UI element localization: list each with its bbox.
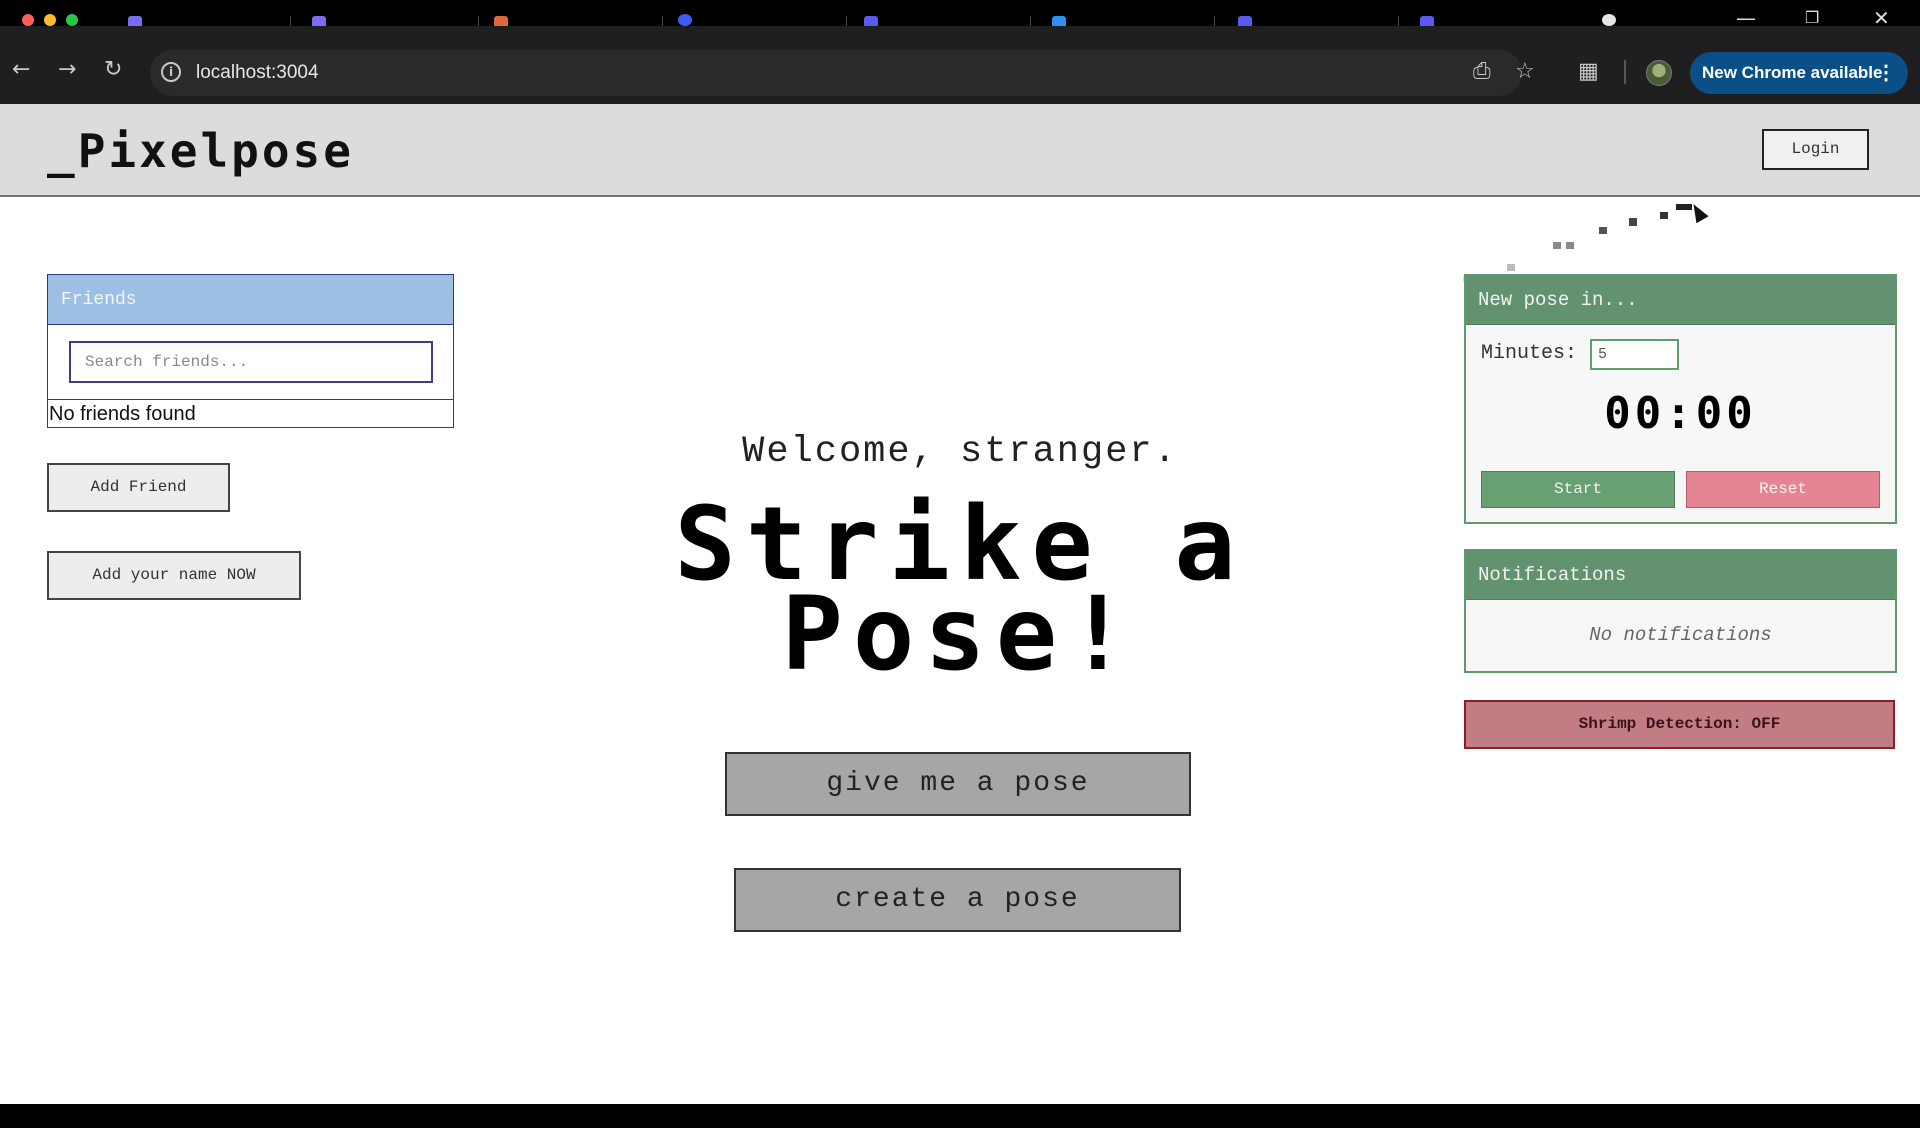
reset-button[interactable]: Reset (1686, 471, 1880, 508)
zoom-window-dot[interactable] (66, 14, 78, 26)
cursor-trail-dot (1599, 227, 1607, 234)
tab-favicon-icon[interactable] (1238, 16, 1252, 26)
notifications-empty-message: No notifications (1589, 624, 1772, 646)
cursor-trail-dot (1507, 264, 1515, 271)
start-button[interactable]: Start (1481, 471, 1675, 508)
forward-arrow-icon[interactable]: → (58, 58, 76, 82)
tab-favicon-icon[interactable] (128, 16, 142, 26)
give-me-a-pose-button[interactable]: give me a pose (725, 752, 1191, 816)
tab-favicon-icon[interactable] (312, 16, 326, 26)
back-arrow-icon[interactable]: ← (12, 58, 30, 82)
tab-separator (662, 16, 663, 26)
friends-search-input[interactable] (69, 341, 433, 383)
window-bottom-edge (0, 1104, 1920, 1128)
cursor-trail-dot (1629, 218, 1637, 226)
kebab-menu-icon[interactable]: ⋮ (1876, 52, 1896, 94)
tab-separator (1030, 16, 1031, 26)
tab-separator (846, 16, 847, 26)
toolbar-divider (1624, 60, 1626, 84)
close-icon[interactable]: ✕ (1873, 8, 1890, 28)
bookmark-star-icon[interactable]: ☆ (1515, 60, 1535, 84)
site-logo[interactable]: _Pixelpose (47, 124, 354, 178)
create-a-pose-button[interactable]: create a pose (734, 868, 1181, 932)
address-bar-url[interactable]: localhost:3004 (196, 61, 319, 85)
profile-avatar[interactable] (1646, 60, 1672, 86)
tab-separator (290, 16, 291, 26)
shrimp-detection-toggle[interactable]: Shrimp Detection: OFF (1464, 700, 1895, 749)
tab-separator (1398, 16, 1399, 26)
timer-title: New pose in... (1466, 276, 1895, 325)
reload-icon[interactable]: ↻ (104, 58, 122, 82)
minutes-label: Minutes: (1481, 342, 1578, 365)
notifications-title: Notifications (1466, 551, 1895, 600)
tab-favicon-icon[interactable] (1052, 16, 1066, 26)
tab-favicon-icon[interactable] (1420, 16, 1434, 26)
friends-divider (48, 399, 453, 400)
site-header: _Pixelpose Login (0, 104, 1920, 197)
minimize-window-dot[interactable] (44, 14, 56, 26)
chrome-update-button[interactable]: New Chrome available ⋮ (1690, 52, 1908, 94)
tab-strip: — ❐ ✕ (0, 0, 1920, 28)
cursor-trail-dot (1660, 212, 1668, 219)
install-app-icon[interactable]: ⎙ (1473, 60, 1491, 84)
restore-icon[interactable]: ❐ (1805, 8, 1819, 28)
chrome-update-label: New Chrome available (1702, 63, 1883, 82)
friends-empty-message: No friends found (49, 403, 196, 425)
site-info-icon[interactable]: i (161, 62, 181, 82)
tab-favicon-icon[interactable] (864, 16, 878, 26)
minutes-input[interactable] (1590, 339, 1679, 370)
extensions-puzzle-icon[interactable]: ▦ (1578, 60, 1599, 84)
tab-favicon-icon[interactable] (494, 16, 508, 26)
tab-separator (478, 16, 479, 26)
friends-panel: Friends No friends found (47, 274, 454, 428)
address-bar[interactable] (150, 50, 1522, 96)
cursor-trail-dot (1553, 242, 1561, 249)
close-window-dot[interactable] (22, 14, 34, 26)
page-content: _Pixelpose Login Friends No friends foun… (0, 104, 1920, 1104)
cursor-trail-dot (1566, 242, 1574, 249)
timer-display: 00:00 (1604, 388, 1757, 439)
login-button[interactable]: Login (1762, 129, 1869, 170)
timer-panel: New pose in... Minutes: 00:00 Start Rese… (1464, 274, 1897, 524)
friends-title: Friends (48, 275, 453, 325)
tab-favicon-icon[interactable] (678, 14, 692, 26)
notifications-panel: Notifications No notifications (1464, 549, 1897, 673)
minimize-icon[interactable]: — (1736, 8, 1756, 28)
tab-separator (1214, 16, 1215, 26)
active-tab-favicon-icon[interactable] (1602, 14, 1616, 26)
